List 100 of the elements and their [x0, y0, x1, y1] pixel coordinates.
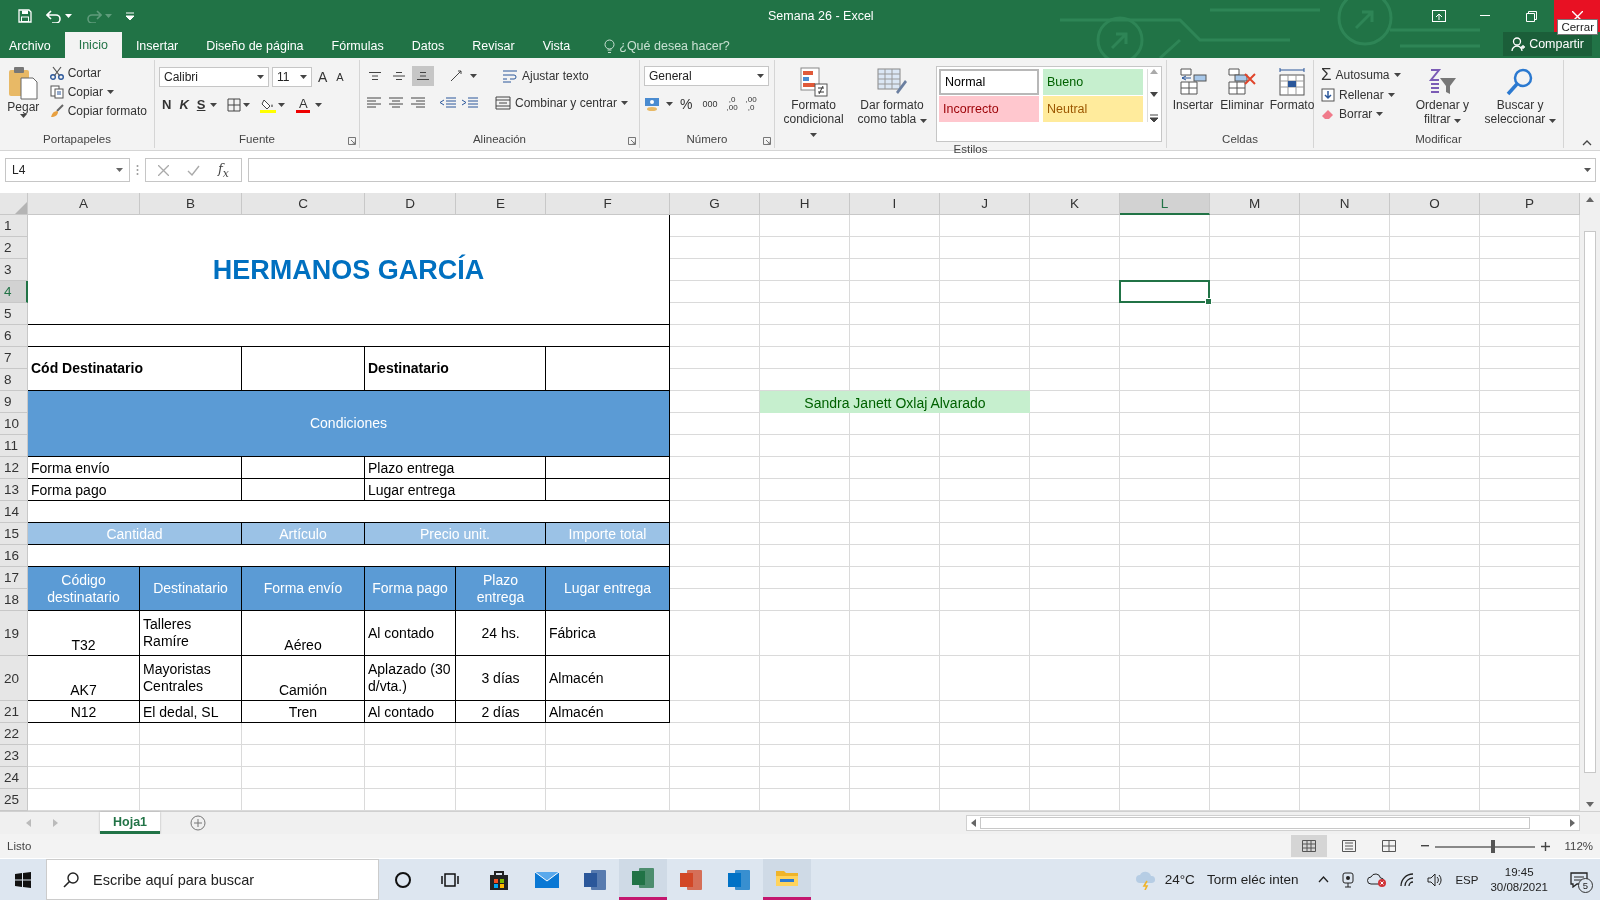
bold-button[interactable]: N	[159, 95, 175, 114]
row-header[interactable]: 21	[0, 701, 28, 723]
horizontal-scrollbar[interactable]	[966, 815, 1580, 831]
ribbon-button[interactable]: Eliminar	[1219, 64, 1265, 132]
row-header[interactable]: 11	[0, 435, 28, 457]
sheet-tab[interactable]: Hoja1	[100, 812, 161, 834]
row-header[interactable]: 19	[0, 611, 28, 656]
normal-view-button[interactable]	[1291, 835, 1328, 857]
zoom-level[interactable]: 112%	[1564, 840, 1593, 852]
currency-icon[interactable]	[644, 96, 662, 112]
insert-function-button[interactable]: f$_{x}$	[218, 160, 229, 180]
clock[interactable]: 19:45 30/08/2021	[1490, 864, 1548, 895]
minimize-icon[interactable]	[1480, 15, 1490, 17]
column-header[interactable]: I	[850, 193, 940, 215]
scroll-up-icon[interactable]	[1586, 197, 1594, 202]
ribbon-tab[interactable]: Archivo	[0, 34, 65, 58]
row-header[interactable]: 6	[0, 325, 28, 347]
cell-style-option[interactable]: Bueno	[1043, 69, 1143, 95]
dialog-launcher-icon[interactable]	[628, 137, 636, 145]
row-header[interactable]: 14	[0, 501, 28, 523]
cell-style-option[interactable]: Neutral	[1043, 96, 1143, 122]
scroll-right-icon[interactable]	[1570, 819, 1575, 827]
speaker-icon[interactable]	[1427, 872, 1444, 887]
thousands-button[interactable]: 000	[699, 97, 721, 111]
row-header[interactable]: 25	[0, 789, 28, 811]
collapse-ribbon-icon[interactable]	[1582, 140, 1592, 146]
decrease-decimal-button[interactable]: ,00 ,0	[743, 96, 759, 112]
row-header[interactable]: 7	[0, 347, 28, 369]
font-size-dropdown[interactable]: 11	[272, 67, 312, 87]
scroll-down-icon[interactable]	[1586, 802, 1594, 807]
column-header[interactable]: C	[242, 193, 365, 215]
more-icon[interactable]	[1149, 114, 1158, 122]
column-header[interactable]: M	[1210, 193, 1300, 215]
row-header[interactable]: 20	[0, 656, 28, 701]
chevron-up-icon[interactable]	[1318, 876, 1330, 883]
ribbon-button[interactable]: Ordenar y filtrar	[1407, 64, 1478, 132]
customize-icon[interactable]	[126, 12, 134, 20]
increase-font-button[interactable]: A	[315, 67, 331, 87]
ribbon-tab[interactable]: Insertar	[121, 34, 193, 58]
ribbon-tab[interactable]: Datos	[397, 34, 459, 58]
name-box[interactable]: L4	[5, 158, 130, 182]
share-button[interactable]: Compartir	[1503, 32, 1592, 56]
decrease-font-button[interactable]: A	[333, 69, 347, 85]
windows-logo-icon[interactable]	[15, 871, 31, 888]
column-header[interactable]: L	[1120, 193, 1210, 215]
ribbon-tab[interactable]: Diseño de página	[192, 34, 318, 58]
merge-center-button[interactable]: Combinar y centrar	[492, 94, 632, 112]
save-icon[interactable]	[18, 9, 32, 23]
clear-button[interactable]: Borrar	[1318, 105, 1404, 123]
underline-button[interactable]: S	[193, 95, 209, 114]
ribbon-display-icon[interactable]	[1432, 10, 1446, 22]
row-header[interactable]: 10	[0, 413, 28, 435]
number-format-dropdown[interactable]: General	[644, 66, 769, 86]
paste-button[interactable]: Pegar	[4, 64, 43, 132]
cell-style-option[interactable]: Normal	[939, 69, 1039, 95]
formula-input[interactable]	[247, 158, 1596, 182]
scrollbar-thumb[interactable]	[1584, 231, 1596, 773]
font-name-dropdown[interactable]: Calibri	[159, 67, 269, 87]
cloud-error-icon[interactable]	[1367, 871, 1388, 888]
scroll-down-icon[interactable]	[1149, 91, 1158, 97]
notifications-icon[interactable]	[1570, 871, 1588, 888]
column-header[interactable]: F	[546, 193, 670, 215]
ribbon-tab[interactable]: Inicio	[64, 32, 122, 58]
ribbon-tab[interactable]: Vista	[528, 34, 585, 58]
row-header[interactable]: 3	[0, 259, 28, 281]
camera-icon[interactable]	[1341, 871, 1356, 888]
column-header[interactable]: K	[1030, 193, 1120, 215]
column-header[interactable]: H	[760, 193, 850, 215]
column-header[interactable]: P	[1480, 193, 1580, 215]
column-header[interactable]: A	[28, 193, 140, 215]
ribbon-tab[interactable]: Revisar	[458, 34, 529, 58]
add-sheet-icon[interactable]	[190, 815, 207, 831]
column-header[interactable]: D	[365, 193, 456, 215]
row-header[interactable]: 13	[0, 479, 28, 501]
row-header[interactable]: 15	[0, 523, 28, 545]
search-field[interactable]: Escribe aquí para buscar	[46, 859, 379, 900]
vertical-align-button[interactable]	[412, 66, 434, 86]
column-header[interactable]: N	[1300, 193, 1390, 215]
zoom-in-icon[interactable]	[1541, 841, 1551, 851]
ribbon-button[interactable]: Insertar	[1171, 64, 1215, 132]
row-header[interactable]: 17	[0, 567, 28, 589]
row-header[interactable]: 23	[0, 745, 28, 767]
row-header[interactable]: 9	[0, 391, 28, 413]
ribbon-button[interactable]: Formato	[1269, 64, 1315, 132]
column-header[interactable]: J	[940, 193, 1030, 215]
fill-button[interactable]: Rellenar	[1318, 86, 1404, 104]
undo-icon[interactable]	[46, 9, 62, 23]
ribbon-button[interactable]: Formato condicional	[779, 64, 849, 142]
dialog-launcher-icon[interactable]	[763, 137, 771, 145]
font-color-button[interactable]: A	[293, 96, 314, 113]
row-header[interactable]: 18	[0, 589, 28, 611]
autosum-button[interactable]: Σ Autosuma	[1318, 64, 1404, 85]
row-header[interactable]: 22	[0, 723, 28, 745]
tell-me-field[interactable]: ¿Qué desea hacer?	[604, 34, 730, 58]
row-header[interactable]: 4	[0, 281, 28, 303]
dialog-launcher-icon[interactable]	[348, 137, 356, 145]
ribbon-button[interactable]: Buscar y seleccionar	[1481, 64, 1559, 132]
ribbon-tab[interactable]: Fórmulas	[317, 34, 398, 58]
column-header[interactable]: G	[670, 193, 760, 215]
wrap-text-button[interactable]: Ajustar texto	[499, 67, 592, 85]
